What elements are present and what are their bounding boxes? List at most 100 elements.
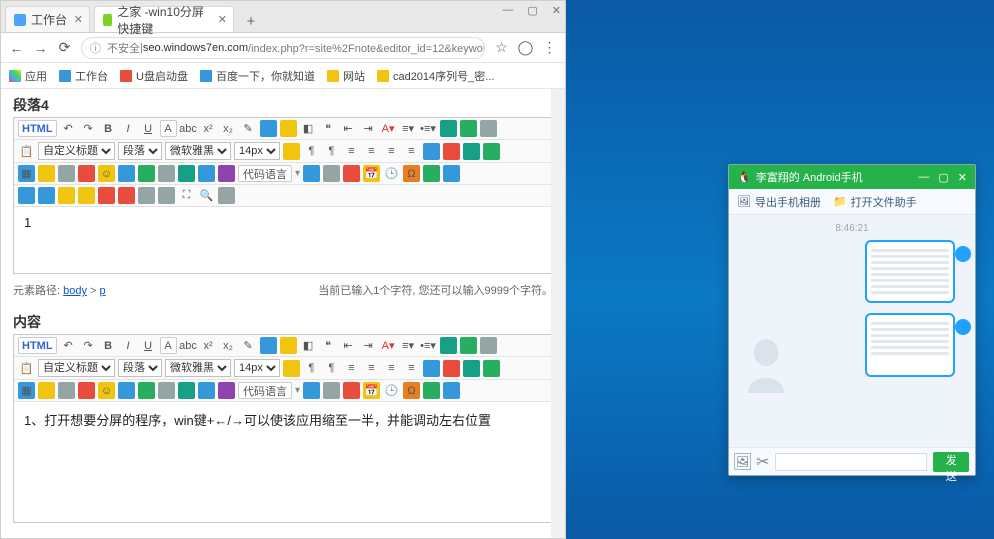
font-box-icon[interactable]: A <box>160 120 177 137</box>
style-select[interactable]: 自定义标题 <box>38 142 115 160</box>
print-icon[interactable] <box>323 382 340 399</box>
brush-icon[interactable] <box>260 337 277 354</box>
browser-tab-2[interactable]: 之家 -win10分屏快捷键 ✕ <box>94 6 234 32</box>
close-icon[interactable]: ✕ <box>74 13 83 26</box>
scrollbar[interactable] <box>551 89 565 538</box>
rtl-icon[interactable]: ¶ <box>323 360 340 377</box>
bookmark-item[interactable]: cad2014序列号_密... <box>377 68 495 84</box>
settings-icon[interactable] <box>218 187 235 204</box>
split-icon[interactable] <box>158 187 175 204</box>
smiley-icon[interactable]: ☺ <box>98 382 115 399</box>
subscript-icon[interactable]: x₂ <box>220 120 237 137</box>
pagebreak-icon[interactable] <box>58 165 75 182</box>
account-icon[interactable]: ◯ <box>518 40 533 55</box>
paste-icon[interactable]: 📋 <box>18 360 35 377</box>
time-icon[interactable]: 🕒 <box>383 382 400 399</box>
chart-icon[interactable] <box>138 165 155 182</box>
bold-icon[interactable]: B <box>100 120 117 137</box>
font-size-select[interactable]: 14px <box>234 359 280 377</box>
blockquote-icon[interactable]: ❝ <box>320 337 337 354</box>
print-icon[interactable] <box>323 165 340 182</box>
browser-tab-1[interactable]: 工作台 ✕ <box>5 6 90 32</box>
redo-icon[interactable]: ↷ <box>80 120 97 137</box>
template-icon[interactable] <box>303 382 320 399</box>
scissors-icon[interactable]: ✂ <box>756 454 769 469</box>
search-icon[interactable]: 🔍 <box>198 187 215 204</box>
link-icon[interactable] <box>463 360 480 377</box>
close-icon[interactable]: ✕ <box>958 171 967 184</box>
close-icon[interactable]: ✕ <box>218 13 227 26</box>
form-icon[interactable] <box>78 165 95 182</box>
find-icon[interactable] <box>443 165 460 182</box>
image-icon[interactable] <box>423 143 440 160</box>
unordered-list-icon[interactable]: •≡▾ <box>420 120 437 137</box>
indent-right-icon[interactable]: ⇥ <box>360 337 377 354</box>
redo-icon[interactable]: ↷ <box>80 337 97 354</box>
time-icon[interactable]: 🕒 <box>383 165 400 182</box>
strike-icon[interactable]: abc <box>180 120 197 137</box>
bookmark-item[interactable]: U盘启动盘 <box>120 68 188 84</box>
underline-icon[interactable]: U <box>140 337 157 354</box>
fullscreen-icon[interactable]: ⛶ <box>178 187 195 204</box>
screenshot-icon[interactable] <box>218 382 235 399</box>
image-icon[interactable]: 🖼 <box>735 454 750 469</box>
align-left-icon[interactable]: ≡ <box>343 143 360 160</box>
apps-button[interactable]: 应用 <box>9 68 47 84</box>
date-icon[interactable]: 📅 <box>363 382 380 399</box>
hr-icon[interactable] <box>38 382 55 399</box>
forward-icon[interactable]: → <box>33 40 48 55</box>
html-source-button[interactable]: HTML <box>18 120 57 137</box>
indent-left-icon[interactable]: ⇤ <box>340 120 357 137</box>
style-select[interactable]: 自定义标题 <box>38 359 115 377</box>
table-icon[interactable]: ▦ <box>18 382 35 399</box>
indent-right-icon[interactable]: ⇥ <box>360 120 377 137</box>
delete-col-icon[interactable] <box>118 187 135 204</box>
minimize-icon[interactable]: — <box>918 171 929 184</box>
editor-content-area[interactable]: 1 <box>14 207 552 273</box>
rtl-icon[interactable]: ¶ <box>323 143 340 160</box>
reload-icon[interactable]: ⟳ <box>57 40 72 55</box>
unlink-icon[interactable] <box>483 143 500 160</box>
attach-icon[interactable] <box>158 382 175 399</box>
align-center-icon[interactable]: ≡ <box>363 360 380 377</box>
delete-row-icon[interactable] <box>98 187 115 204</box>
smiley-icon[interactable]: ☺ <box>98 165 115 182</box>
underline-icon[interactable]: U <box>140 120 157 137</box>
ordered-list-icon[interactable]: ≡▾ <box>400 120 417 137</box>
attach-icon[interactable] <box>158 165 175 182</box>
chat-input[interactable] <box>775 453 927 471</box>
screenshot-icon[interactable] <box>218 165 235 182</box>
map-icon[interactable] <box>118 382 135 399</box>
eraser-icon[interactable]: ◧ <box>300 120 317 137</box>
find-icon[interactable] <box>443 382 460 399</box>
send-button[interactable]: 发送 <box>933 452 969 472</box>
table-icon[interactable]: ▦ <box>18 165 35 182</box>
font-box-icon[interactable]: A <box>160 337 177 354</box>
new-tab-button[interactable]: + <box>240 10 262 32</box>
video-icon[interactable] <box>443 360 460 377</box>
font-size-select[interactable]: 14px <box>234 142 280 160</box>
bookmark-item[interactable]: 工作台 <box>59 68 108 84</box>
spellcheck-icon[interactable] <box>423 165 440 182</box>
ordered-list-icon[interactable]: ≡▾ <box>400 337 417 354</box>
block-select[interactable]: 段落 <box>118 142 162 160</box>
help-icon[interactable] <box>460 120 477 137</box>
emoji-icon[interactable] <box>440 337 457 354</box>
video-icon[interactable] <box>443 143 460 160</box>
chart-icon[interactable] <box>138 382 155 399</box>
special-char-icon[interactable]: Ω <box>403 165 420 182</box>
align-justify-icon[interactable]: ≡ <box>403 360 420 377</box>
ruler-icon[interactable] <box>283 143 300 160</box>
merge-icon[interactable] <box>138 187 155 204</box>
col-right-icon[interactable] <box>78 187 95 204</box>
path-p-link[interactable]: p <box>100 285 106 297</box>
star-icon[interactable]: ☆ <box>494 40 509 55</box>
chat-bubble-screenshot[interactable] <box>865 313 955 377</box>
flash-icon[interactable] <box>198 165 215 182</box>
qq-titlebar[interactable]: 🐧 李富翔的 Android手机 — ▢ ✕ <box>729 165 975 189</box>
ruler-icon[interactable] <box>283 360 300 377</box>
minimize-icon[interactable]: — <box>502 4 513 17</box>
chat-bubble-screenshot[interactable] <box>865 240 955 303</box>
bookmark-item[interactable]: 网站 <box>327 68 365 84</box>
code-language-button[interactable]: 代码语言 <box>238 382 292 399</box>
